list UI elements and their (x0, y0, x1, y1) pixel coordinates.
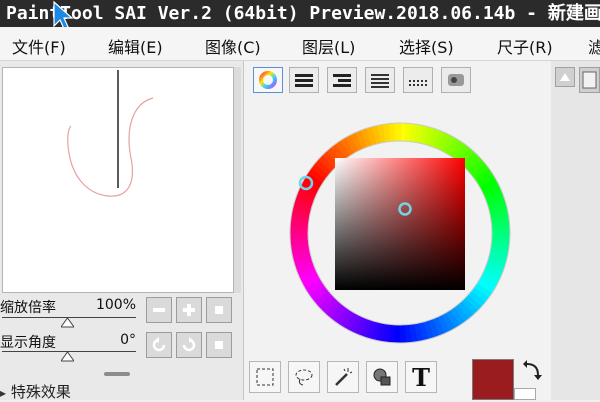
zoom-value: 100% (95, 297, 136, 313)
menu-edit[interactable]: 编辑(E) (108, 34, 163, 58)
scroll-up-button[interactable] (555, 67, 575, 87)
sliders-icon (295, 74, 313, 87)
menu-bar: 文件(F) 编辑(E) 图像(C) 图层(L) 选择(S) 尺子(R) 滤 (0, 27, 600, 61)
menu-select[interactable]: 选择(S) (399, 34, 454, 58)
zoom-label: 缩放倍率 (0, 300, 56, 316)
zoom-in-button[interactable] (176, 297, 202, 323)
rotate-reset-button[interactable] (206, 332, 232, 358)
navigator-scrollbar[interactable] (234, 67, 241, 293)
chevron-up-icon (560, 73, 570, 81)
shape-icon (373, 368, 391, 386)
effects-section-header[interactable]: ▸ 特殊效果 (0, 381, 71, 402)
window-title: PaintTool SAI Ver.2 (64bit) Preview.2018… (6, 3, 600, 24)
rotate-left-button[interactable] (146, 332, 172, 358)
minus-icon (153, 308, 165, 312)
zoom-reset-button[interactable] (206, 297, 232, 323)
list-icon (371, 74, 389, 88)
plus-icon (183, 304, 195, 316)
tab-swatches[interactable] (403, 67, 433, 93)
tab-scratchpad[interactable] (441, 67, 471, 93)
rect-select-icon (256, 368, 274, 386)
menu-file[interactable]: 文件(F) (12, 34, 66, 58)
text-tool[interactable]: T (405, 361, 437, 393)
rotate-cw-icon (182, 337, 196, 352)
angle-label: 显示角度 (0, 335, 56, 351)
layer-panel (551, 61, 600, 400)
scratchpad-icon (448, 74, 464, 86)
saturation-value-square[interactable] (335, 158, 465, 290)
tab-color-wheel[interactable] (253, 67, 283, 93)
primary-color-swatch[interactable] (472, 359, 514, 400)
navigator-preview[interactable] (2, 67, 234, 293)
left-panel: 缩放倍率 100% 显示角度 0° ▸ 特殊效果 (0, 61, 243, 402)
tab-hsv-sliders[interactable] (327, 67, 357, 93)
grid-icon (409, 80, 427, 86)
chevron-right-icon: ▸ (0, 386, 7, 400)
rect-select-tool[interactable] (249, 361, 281, 393)
square-icon (215, 341, 223, 349)
color-wheel-icon (259, 71, 277, 89)
effects-section-title: 特殊效果 (10, 383, 71, 401)
tab-rgb-sliders[interactable] (289, 67, 319, 93)
zoom-out-button[interactable] (146, 297, 172, 323)
lasso-icon (295, 369, 313, 386)
secondary-color-swatch[interactable] (514, 388, 536, 400)
layer-panel-button[interactable] (579, 67, 600, 93)
shape-tool[interactable] (366, 361, 398, 393)
lasso-tool[interactable] (288, 361, 320, 393)
window-title-bar: PaintTool SAI Ver.2 (64bit) Preview.2018… (0, 0, 600, 27)
navigator-canvas-thumbnail (67, 70, 154, 197)
magic-wand-icon (335, 368, 353, 386)
menu-image[interactable]: 图像(C) (205, 34, 261, 58)
menu-filter[interactable]: 滤 (588, 34, 600, 58)
panel-divider-handle[interactable] (104, 372, 130, 376)
angle-slider-knob[interactable] (61, 352, 74, 362)
menu-layer[interactable]: 图层(L) (302, 34, 355, 58)
layer-icon (582, 71, 597, 89)
menu-ruler[interactable]: 尺子(R) (497, 34, 553, 58)
zoom-slider-knob[interactable] (61, 318, 74, 328)
angle-value: 0° (120, 332, 136, 348)
rotate-right-button[interactable] (176, 332, 202, 358)
swap-colors-icon[interactable] (522, 360, 544, 382)
rotate-ccw-icon (152, 337, 166, 352)
hsv-sliders-icon (333, 74, 351, 87)
text-tool-glyph: T (412, 362, 430, 392)
tab-color-mixer[interactable] (365, 67, 395, 93)
square-icon (215, 306, 223, 314)
color-panel: T (243, 61, 551, 400)
magic-wand-tool[interactable] (327, 361, 359, 393)
